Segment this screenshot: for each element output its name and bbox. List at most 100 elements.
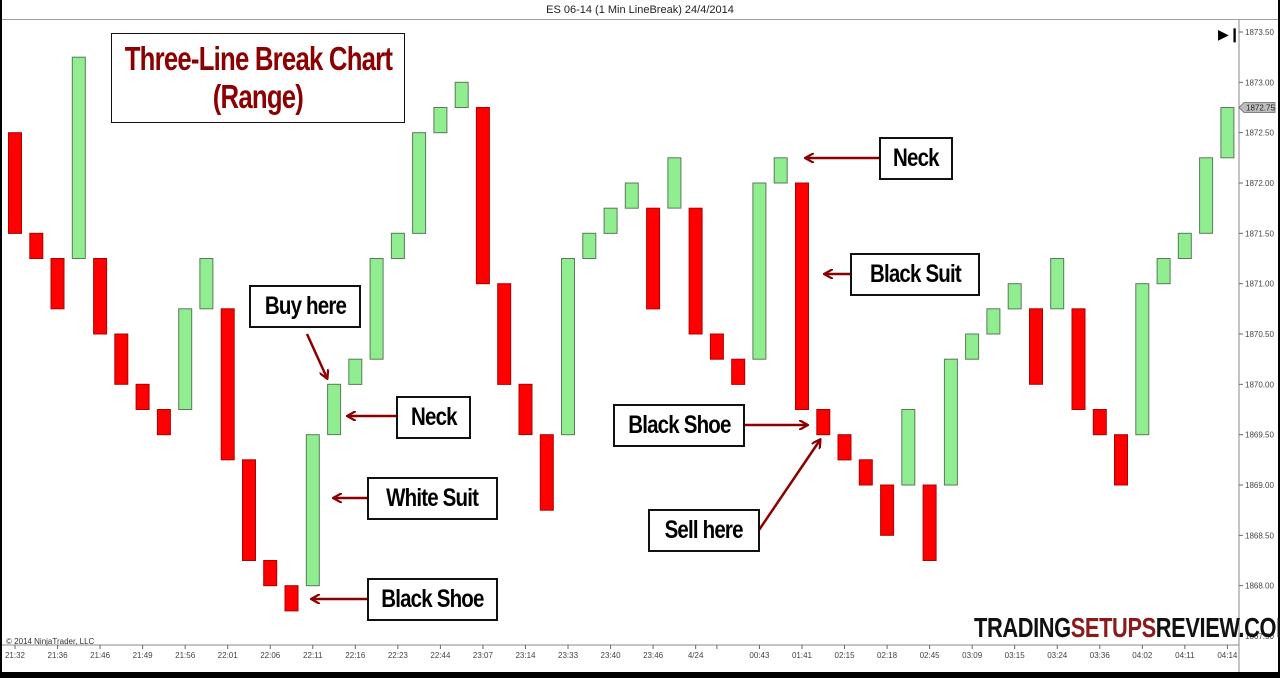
bar-up-47 (1007, 283, 1022, 310)
y-tick-label: 1868.00 (1245, 582, 1274, 591)
bar-up-53 (1135, 283, 1150, 436)
x-tick-label: 23:40 (601, 651, 622, 660)
x-tick-label: 03:15 (1005, 651, 1026, 660)
bar-up-31 (667, 157, 682, 209)
bar-up-27 (582, 232, 597, 260)
y-tick-label: 1873.00 (1245, 78, 1274, 87)
bar-up-8 (178, 308, 193, 410)
x-tick-label: 21:49 (133, 651, 154, 660)
bar-up-44 (943, 358, 958, 486)
bar-up-35 (752, 182, 767, 360)
chart-window: ES 06-14 (1 Min LineBreak) 24/4/2014 186… (2, 0, 1280, 672)
y-tick-label: 1872.00 (1245, 179, 1274, 188)
bar-down-50 (1071, 308, 1086, 410)
y-tick-label: 1868.50 (1245, 531, 1274, 540)
bar-up-3 (71, 56, 86, 260)
x-tick-label: 21:36 (48, 651, 69, 660)
watermark-left: TRADING (974, 612, 1071, 643)
y-tick-label: 1871.00 (1245, 280, 1274, 289)
bar-down-30 (646, 207, 661, 310)
bar-down-1 (29, 232, 44, 260)
x-tick-label: 4/24 (688, 651, 704, 660)
bar-down-11 (242, 459, 256, 561)
bar-down-51 (1092, 409, 1107, 436)
neck-left-label: Neck (396, 396, 471, 439)
x-tick-label: 04:11 (1175, 651, 1195, 660)
y-tick-label: 1870.00 (1245, 380, 1274, 389)
x-tick-label: 02:15 (835, 651, 856, 660)
x-tick-label: 23:33 (558, 651, 579, 660)
x-tick-label: 22:44 (430, 651, 451, 660)
watermark-right: REVIEW.COM (1155, 612, 1280, 643)
x-tick-label: 22:06 (260, 651, 281, 660)
x-tick-label: 21:32 (5, 651, 26, 660)
bars-layer (8, 56, 1235, 612)
copyright-text: © 2014 NinjaTrader, LLC (6, 637, 95, 646)
watermark-middle: SETUPS (1070, 612, 1156, 643)
bar-up-17 (369, 258, 384, 360)
chart-title-line1: Three-Line Break Chart (124, 40, 392, 77)
bar-down-52 (1114, 434, 1128, 486)
bar-down-40 (858, 459, 873, 486)
chart-title-line2: (Range) (212, 78, 304, 115)
bar-down-2 (50, 258, 65, 310)
y-tick-label: 1872.50 (1245, 129, 1274, 138)
bar-up-54 (1156, 258, 1171, 285)
x-tick-label: 00:43 (749, 651, 770, 660)
bar-down-34 (731, 358, 746, 385)
x-tick-label: 03:24 (1047, 651, 1068, 660)
annotation-arrows (305, 158, 879, 599)
bar-up-36 (773, 157, 788, 184)
y-axis: 1867.501868.001868.501869.001869.501870.… (1238, 20, 1275, 672)
sell-here-label: Sell here (648, 509, 760, 552)
x-tick-label: 04:14 (1217, 651, 1238, 660)
bar-up-42 (901, 409, 916, 486)
x-tick-label: 23:14 (515, 651, 536, 660)
x-tick-label: 22:01 (218, 651, 239, 660)
y-tick-label: 1871.50 (1245, 229, 1274, 238)
bar-down-39 (837, 434, 852, 461)
x-tick-label: 22:16 (345, 651, 366, 660)
bar-up-29 (624, 182, 639, 209)
bar-down-24 (518, 383, 533, 436)
black-shoe-left-label: Black Shoe (367, 578, 498, 621)
y-tick-label: 1870.50 (1245, 330, 1274, 339)
white-suit-label: White Suit (367, 477, 498, 520)
x-tick-label: 03:09 (962, 651, 983, 660)
chart-title-box: Three-Line Break Chart (Range) (111, 33, 405, 123)
bar-up-14 (305, 434, 320, 587)
bar-down-12 (263, 560, 278, 587)
bar-down-48 (1029, 308, 1043, 385)
last-price-label: 1872.75 (1246, 104, 1275, 113)
bar-up-15 (327, 383, 342, 436)
bar-up-49 (1050, 258, 1065, 310)
bar-down-25 (539, 434, 554, 511)
x-tick-label: 01:41 (792, 651, 813, 660)
x-tick-label: 21:56 (175, 651, 196, 660)
x-tick-label: 23:07 (473, 651, 494, 660)
x-tick-label: 02:45 (920, 651, 941, 660)
bar-down-41 (880, 484, 895, 536)
bar-down-13 (284, 585, 299, 612)
y-tick-label: 1873.50 (1245, 28, 1274, 37)
bar-up-20 (433, 107, 448, 134)
bar-up-26 (561, 258, 575, 436)
bar-down-6 (135, 383, 150, 410)
bar-up-21 (454, 81, 469, 109)
bar-down-7 (156, 409, 171, 436)
bar-up-16 (348, 358, 363, 385)
black-shoe-right-label: Black Shoe (613, 404, 745, 447)
black-suit-label: Black Suit (850, 253, 980, 296)
skip-to-end-icon[interactable]: ▶❙ (1218, 26, 1241, 43)
bar-up-18 (390, 232, 405, 260)
x-tick-label: 04:02 (1132, 651, 1153, 660)
bar-up-9 (199, 258, 214, 310)
bar-down-5 (114, 333, 129, 385)
x-tick-label: 02:18 (877, 651, 898, 660)
y-tick-label: 1869.50 (1245, 431, 1274, 440)
x-axis: 21:32 21:36 21:46 21:49 21:56 22:01 22:06 22:11… (2, 644, 1239, 660)
buy-here-arrow (305, 333, 327, 378)
bar-down-33 (709, 333, 724, 360)
x-tick-label: 22:23 (388, 651, 409, 660)
bar-down-10 (220, 308, 235, 461)
